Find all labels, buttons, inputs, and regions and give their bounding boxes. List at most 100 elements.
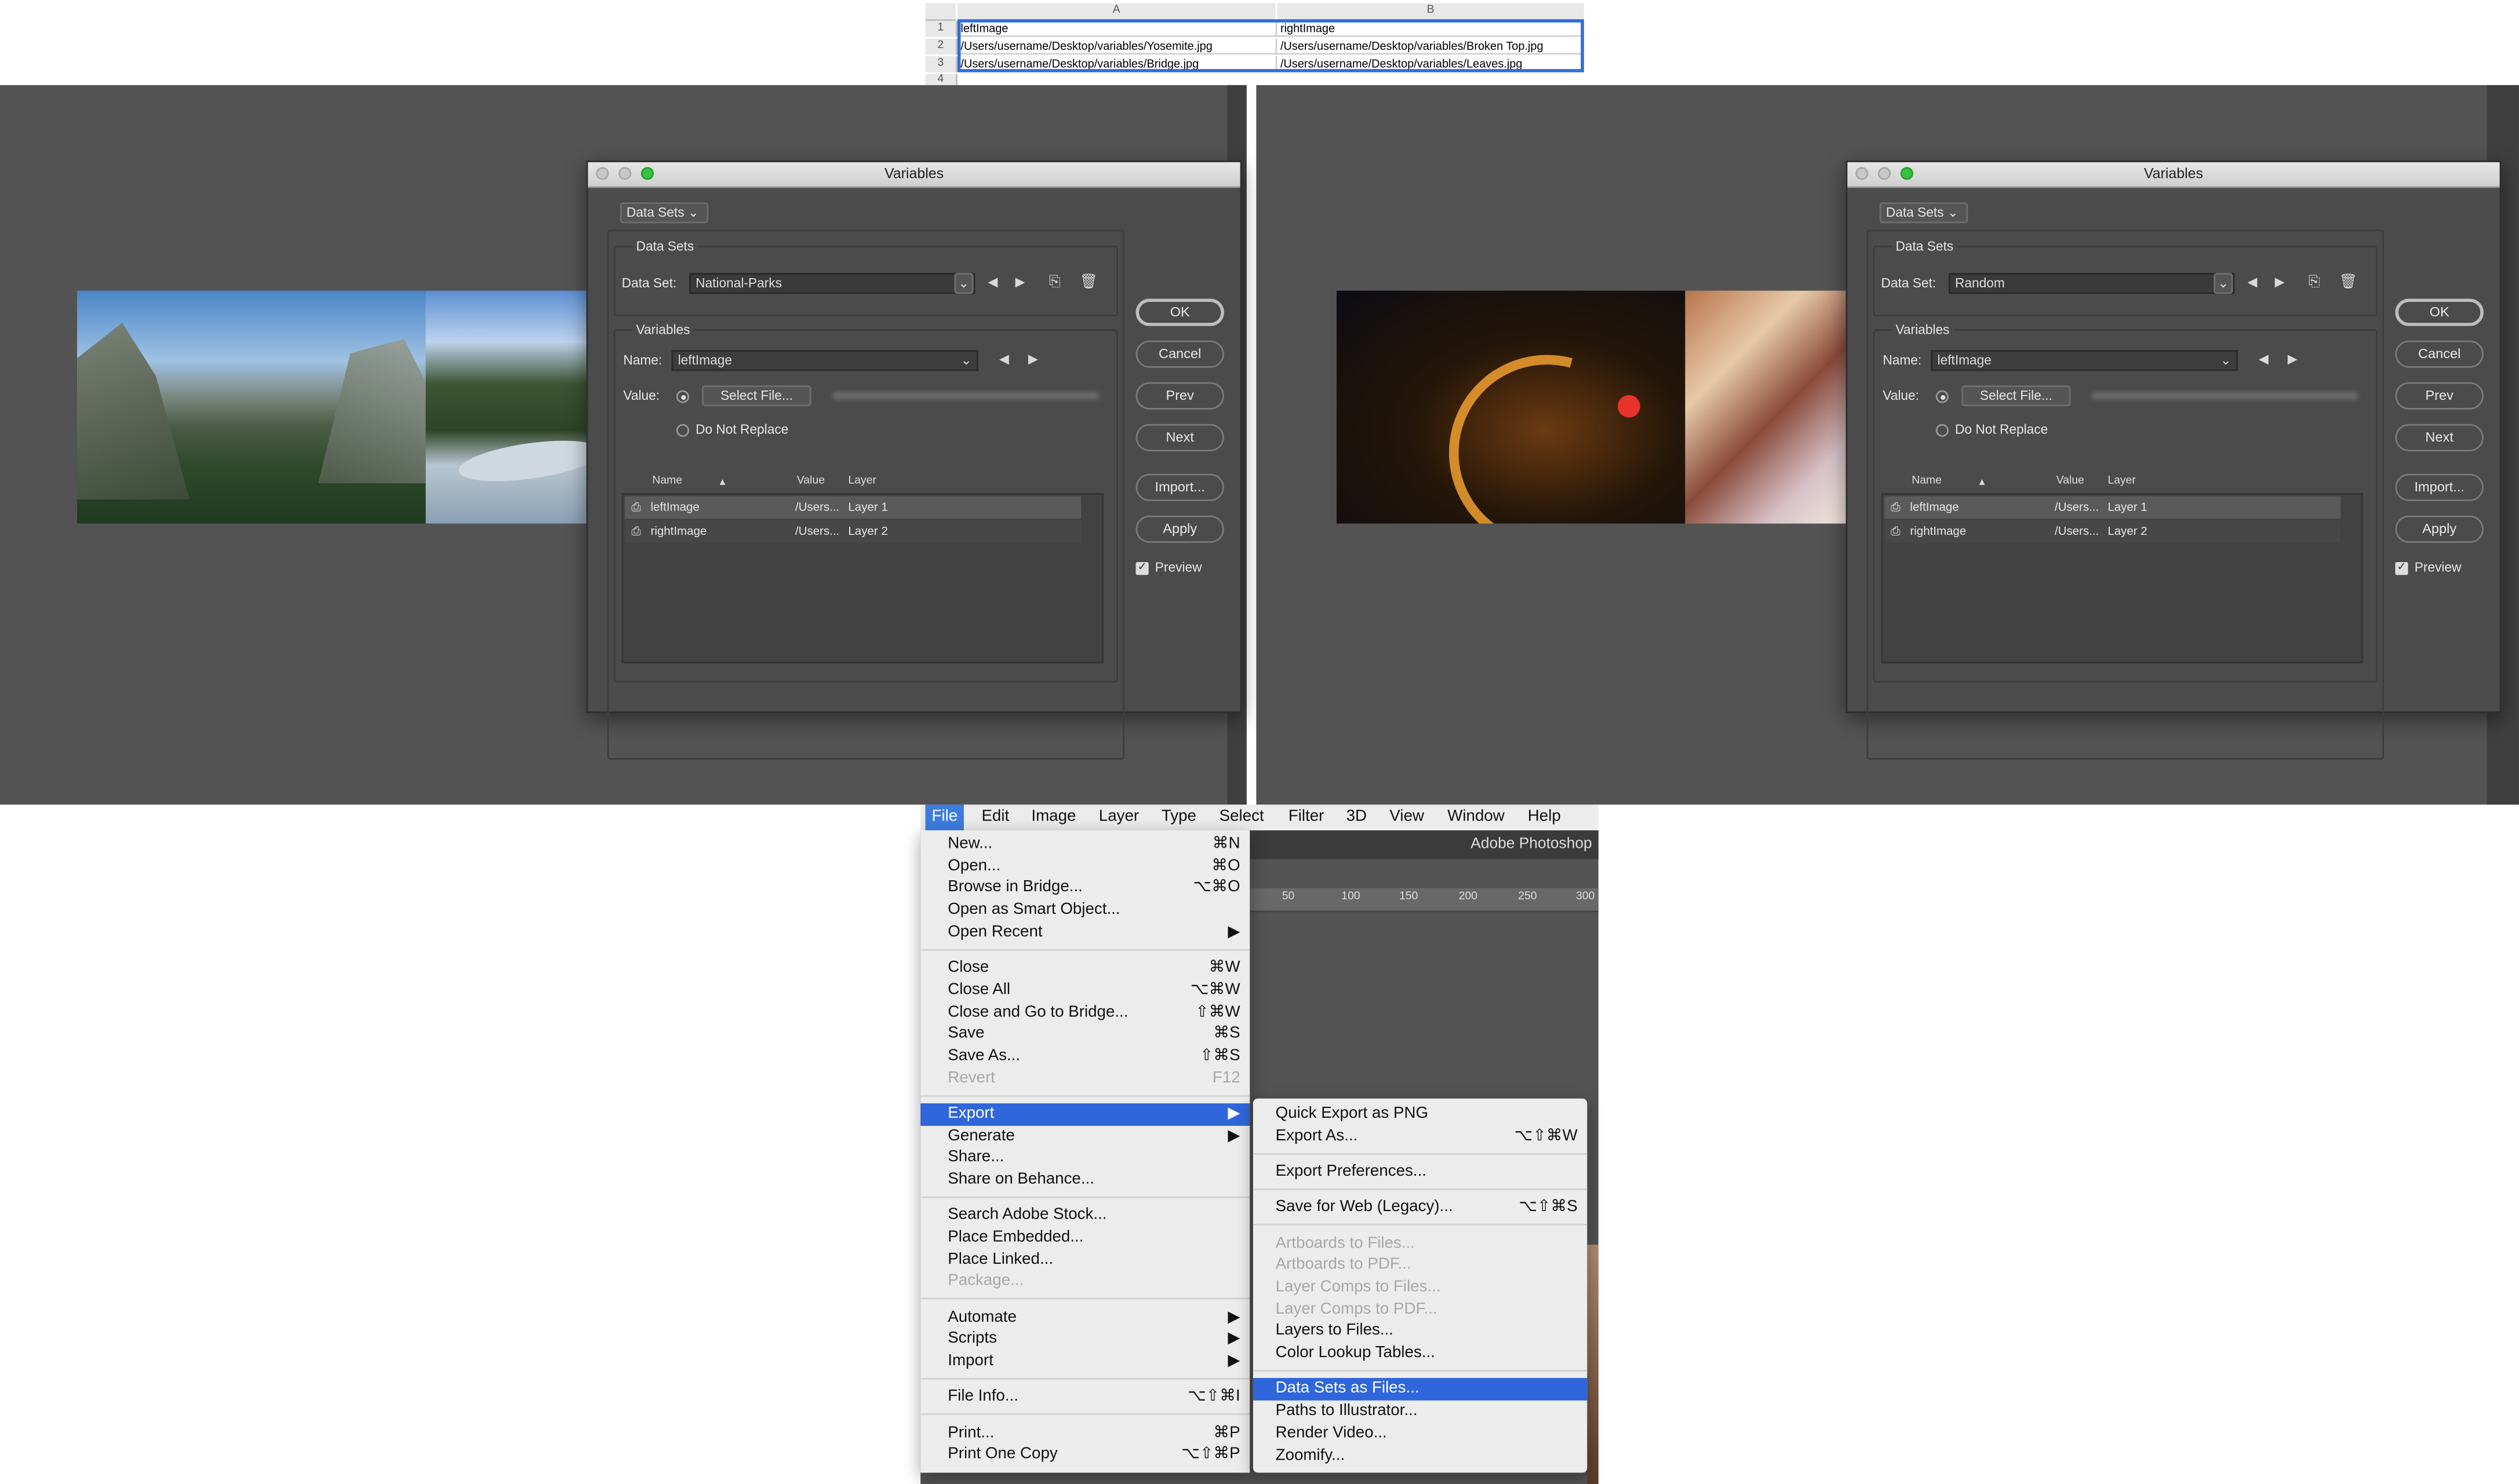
menu-item-place-linked[interactable]: Place Linked... (920, 1249, 1250, 1271)
select-file-button[interactable]: Select File... (702, 385, 811, 407)
column-header-value[interactable]: Value (797, 475, 825, 486)
dialog-title-bar[interactable]: Variables (1847, 162, 2500, 188)
row-number[interactable]: 1 (925, 21, 958, 37)
menu-item-search-adobe-stock[interactable]: Search Adobe Stock... (920, 1205, 1250, 1228)
variable-name-select[interactable]: leftImage ⌄ (1931, 350, 2238, 371)
menu-view[interactable]: View (1389, 808, 1424, 825)
table-row[interactable]: ⎙ leftImage /Users... Layer 1 (1884, 496, 2341, 519)
dialog-title-bar[interactable]: Variables (588, 162, 1240, 188)
column-header-name[interactable]: Name (652, 475, 682, 486)
sheet-corner[interactable] (925, 3, 956, 21)
menu-item-save-as[interactable]: Save As... ⇧⌘S (920, 1045, 1250, 1068)
select-file-radio[interactable] (676, 390, 690, 403)
menu-item-close-and-go-to-bridge[interactable]: Close and Go to Bridge... ⇧⌘W (920, 1001, 1250, 1024)
menu-item-open-recent[interactable]: Open Recent ▶ (920, 921, 1250, 944)
menu-item-file-info[interactable]: File Info... ⌥⇧⌘I (920, 1387, 1250, 1409)
menu-item-save-for-web-legacy[interactable]: Save for Web (Legacy)... ⌥⇧⌘S (1253, 1197, 1587, 1220)
menu-select[interactable]: Select (1220, 808, 1264, 825)
previous-variable-icon[interactable]: ◀ (2259, 352, 2269, 366)
menu-item-browse-in-bridge[interactable]: Browse in Bridge... ⌥⌘O (920, 877, 1250, 900)
save-data-set-icon[interactable]: ⎘ (2309, 273, 2320, 290)
menu-item-save[interactable]: Save ⌘S (920, 1023, 1250, 1046)
menu-item-data-sets-as-files[interactable]: Data Sets as Files... (1253, 1379, 1588, 1401)
row-number[interactable]: 4 (925, 74, 958, 85)
menu-item-open-as-smart-object[interactable]: Open as Smart Object... (920, 899, 1250, 922)
row-number[interactable]: 2 (925, 38, 958, 55)
menu-item-print[interactable]: Print... ⌘P (920, 1423, 1250, 1445)
menu-image[interactable]: Image (1031, 808, 1076, 825)
menu-type[interactable]: Type (1162, 808, 1196, 825)
menu-filter[interactable]: Filter (1288, 808, 1324, 825)
cancel-button[interactable]: Cancel (2395, 340, 2484, 368)
menu-item-export[interactable]: Export ▶ (920, 1103, 1250, 1126)
close-window-icon[interactable] (1855, 167, 1869, 180)
next-button[interactable]: Next (1135, 424, 1224, 451)
select-file-radio[interactable] (1935, 390, 1949, 403)
next-variable-icon[interactable]: ▶ (1028, 352, 1038, 366)
menu-item-quick-export-as-png[interactable]: Quick Export as PNG (1253, 1103, 1587, 1126)
select-file-button[interactable]: Select File... (1961, 385, 2071, 407)
column-header-name[interactable]: Name (1912, 475, 1942, 486)
chevron-down-icon[interactable]: ⌄ (2214, 273, 2233, 294)
data-set-select[interactable]: National-Parks (689, 273, 975, 294)
column-header-a[interactable]: A (957, 3, 1276, 21)
do-not-replace-radio[interactable] (676, 424, 690, 437)
menu-item-share[interactable]: Share... (920, 1147, 1250, 1170)
menu-item-share-on-behance[interactable]: Share on Behance... (920, 1169, 1250, 1192)
column-header-layer[interactable]: Layer (2107, 475, 2136, 486)
previous-data-set-icon[interactable]: ◀ (988, 275, 998, 289)
apply-button[interactable]: Apply (1135, 515, 1224, 543)
mode-select[interactable]: Data Sets ⌄ (620, 202, 709, 224)
previous-variable-icon[interactable]: ◀ (999, 352, 1009, 366)
menu-file[interactable]: File (925, 804, 964, 830)
ok-button[interactable]: OK (1135, 298, 1224, 326)
table-row[interactable]: ⎙ leftImage /Users... Layer 1 (625, 496, 1082, 519)
next-data-set-icon[interactable]: ▶ (1015, 275, 1025, 289)
column-header-value[interactable]: Value (2056, 475, 2084, 486)
do-not-replace-radio[interactable] (1935, 424, 1949, 437)
trash-icon[interactable]: 🗑 (1080, 273, 1098, 290)
minimize-window-icon[interactable] (618, 167, 632, 180)
table-row[interactable]: ⎙ rightImage /Users... Layer 2 (1884, 520, 2341, 543)
trash-icon[interactable]: 🗑 (2339, 273, 2357, 290)
column-header-layer[interactable]: Layer (848, 475, 876, 486)
import-button[interactable]: Import... (1135, 473, 1224, 501)
zoom-window-icon[interactable] (1900, 167, 1913, 180)
menu-item-open[interactable]: Open... ⌘O (920, 855, 1250, 878)
menu-item-automate[interactable]: Automate ▶ (920, 1307, 1250, 1329)
menu-layer[interactable]: Layer (1099, 808, 1139, 825)
menu-3d[interactable]: 3D (1346, 808, 1367, 825)
menu-item-paths-to-illustrator[interactable]: Paths to Illustrator... (1253, 1401, 1587, 1423)
menu-item-export-preferences[interactable]: Export Preferences... (1253, 1161, 1587, 1184)
cancel-button[interactable]: Cancel (1135, 340, 1224, 368)
apply-button[interactable]: Apply (2395, 515, 2484, 543)
zoom-window-icon[interactable] (640, 167, 654, 180)
data-set-select[interactable]: Random (1948, 273, 2235, 294)
next-button[interactable]: Next (2395, 424, 2484, 451)
menu-item-render-video[interactable]: Render Video... (1253, 1423, 1587, 1445)
mode-select[interactable]: Data Sets ⌄ (1879, 202, 1968, 224)
next-data-set-icon[interactable]: ▶ (2275, 275, 2285, 289)
menu-item-print-one-copy[interactable]: Print One Copy ⌥⇧⌘P (920, 1445, 1250, 1467)
variable-name-select[interactable]: leftImage ⌄ (671, 350, 978, 371)
menu-item-generate[interactable]: Generate ▶ (920, 1125, 1250, 1148)
chevron-down-icon[interactable]: ⌄ (954, 273, 974, 294)
menu-item-place-embedded[interactable]: Place Embedded... (920, 1227, 1250, 1250)
menu-item-scripts[interactable]: Scripts ▶ (920, 1329, 1250, 1351)
menu-item-new[interactable]: New... ⌘N (920, 833, 1250, 856)
prev-button[interactable]: Prev (1135, 382, 1224, 410)
ok-button[interactable]: OK (2395, 298, 2484, 326)
previous-data-set-icon[interactable]: ◀ (2247, 275, 2257, 289)
menu-help[interactable]: Help (1528, 808, 1561, 825)
save-data-set-icon[interactable]: ⎘ (1049, 273, 1061, 290)
menu-item-import[interactable]: Import ▶ (920, 1351, 1250, 1373)
preview-checkbox[interactable]: ✓ (1135, 562, 1149, 575)
column-header-b[interactable]: B (1277, 3, 1584, 21)
menu-window[interactable]: Window (1447, 808, 1505, 825)
menu-item-color-lookup-tables[interactable]: Color Lookup Tables... (1253, 1343, 1587, 1365)
menu-item-zoomify[interactable]: Zoomify... (1253, 1445, 1587, 1467)
menu-edit[interactable]: Edit (981, 808, 1009, 825)
row-number[interactable]: 3 (925, 56, 958, 72)
menu-item-close-all[interactable]: Close All ⌥⌘W (920, 979, 1250, 1002)
menu-item-layers-to-files[interactable]: Layers to Files... (1253, 1321, 1587, 1343)
